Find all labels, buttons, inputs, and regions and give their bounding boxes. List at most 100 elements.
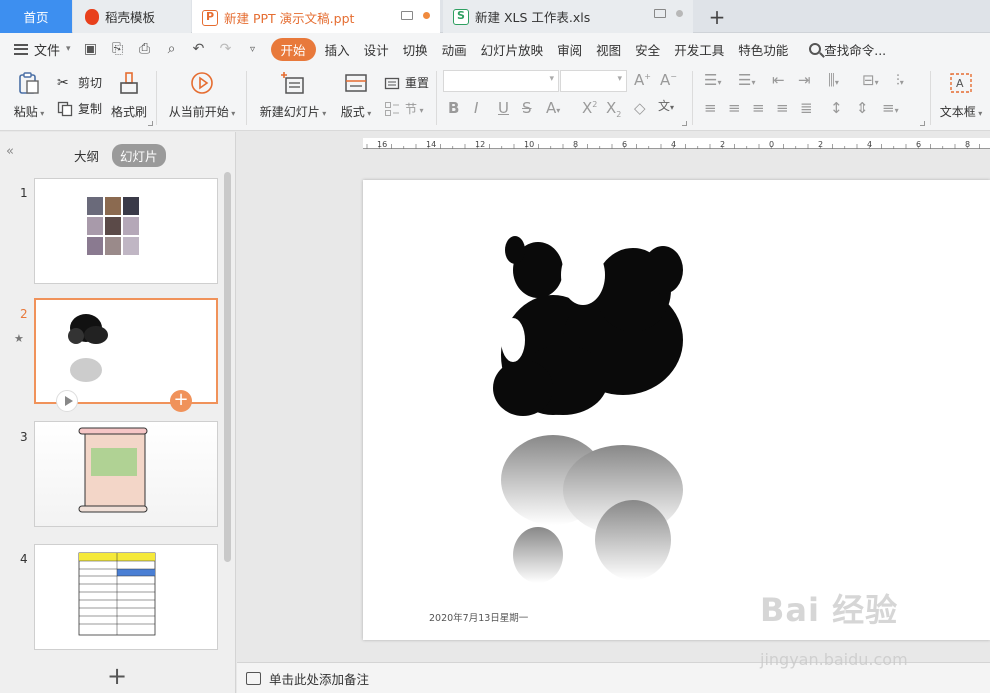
slide-thumbnail-3[interactable] (34, 421, 218, 527)
notes-placeholder[interactable]: 单击此处添加备注 (269, 669, 369, 688)
slides-panel-header: « 大纲 幻灯片 (0, 132, 236, 172)
decrease-font-icon[interactable]: A− (660, 71, 677, 89)
paragraph-spacing-icon[interactable]: ⇕ (856, 99, 869, 117)
font-expand-icon[interactable] (682, 121, 687, 126)
text-direction-icon[interactable]: ⫼▾ (828, 71, 839, 89)
ribbon-tab-review[interactable]: 审阅 (550, 40, 589, 59)
italic-icon[interactable]: I (474, 99, 478, 117)
section-label: 节 (405, 102, 418, 116)
ribbon-tab-security[interactable]: 安全 (628, 40, 667, 59)
export-icon[interactable]: ⎘ (110, 41, 126, 57)
tab-xls-document[interactable]: 新建 XLS 工作表.xls (443, 0, 693, 33)
ribbon-tab-design[interactable]: 设计 (357, 40, 396, 59)
ribbon-tab-features[interactable]: 特色功能 (731, 40, 795, 59)
animation-star-icon: ★ (14, 332, 24, 345)
horizontal-ruler[interactable]: 16 14 12 10 8 6 4 2 0 2 4 6 8 (363, 138, 990, 149)
tab-slides[interactable]: 幻灯片 (112, 144, 166, 167)
columns-icon[interactable]: ⫶▾ (896, 71, 904, 89)
tab-home[interactable]: 首页 (0, 0, 72, 33)
bold-icon[interactable]: B (448, 99, 459, 117)
font-name-select[interactable] (443, 70, 559, 92)
ink-splash-image[interactable] (363, 180, 990, 640)
subscript-icon[interactable]: X2 (606, 99, 621, 119)
distribute-icon[interactable]: ≣ (800, 99, 813, 117)
ribbon-tab-insert[interactable]: 插入 (318, 40, 357, 59)
tab-ppt-document[interactable]: 新建 PPT 演示文稿.ppt (192, 0, 440, 33)
slides-scrollbar[interactable] (224, 172, 231, 562)
slide-3-preview (78, 427, 148, 513)
section-icon (385, 101, 399, 116)
paragraph-options-icon[interactable]: ≡▾ (882, 99, 899, 117)
monitor-icon[interactable] (654, 9, 666, 18)
increase-font-icon[interactable]: A+ (634, 71, 651, 89)
reset-button[interactable]: 重置 (384, 74, 429, 91)
phonetic-guide-icon[interactable]: 文▾ (658, 97, 674, 114)
copy-button[interactable]: 复制 (57, 100, 102, 117)
font-color-icon[interactable]: A▾ (546, 99, 560, 117)
paste-button[interactable]: 粘贴 ▾ (10, 71, 48, 120)
align-center-icon[interactable]: ≡ (728, 99, 741, 117)
slide-thumbnail-2[interactable]: + (34, 298, 218, 412)
cut-button[interactable]: ✂ 剪切 (57, 74, 102, 91)
slide-thumbnail-1[interactable] (34, 178, 218, 284)
unsaved-dot-icon[interactable] (423, 12, 430, 19)
add-slide-button[interactable]: + (107, 662, 127, 690)
ribbon-tab-developer[interactable]: 开发工具 (667, 40, 731, 59)
customize-icon[interactable]: ▿ (245, 44, 261, 55)
monitor-icon[interactable] (401, 11, 413, 20)
bullets-icon[interactable]: ☰▾ (704, 71, 721, 89)
new-slide-button[interactable]: 新建幻灯片 ▾ (256, 71, 330, 120)
ribbon-tab-home[interactable]: 开始 (270, 37, 316, 61)
ruler-label: 6 (622, 140, 627, 149)
textbox-button[interactable]: A 文本框 ▾ (938, 71, 984, 120)
undo-icon[interactable]: ↶ (191, 41, 207, 57)
insert-slide-button[interactable]: + (170, 390, 192, 412)
section-button[interactable]: 节 ▾ (384, 100, 424, 117)
underline-icon[interactable]: U (498, 99, 509, 117)
redo-icon[interactable]: ↷ (218, 41, 234, 57)
layout-button[interactable]: 版式 ▾ (336, 71, 376, 120)
tab-templates[interactable]: 稻壳模板 (73, 0, 191, 33)
slide-date[interactable]: 2020年7月13日星期一 (429, 610, 528, 624)
ribbon-tab-view[interactable]: 视图 (589, 40, 628, 59)
font-size-select[interactable] (560, 70, 627, 92)
clear-format-icon[interactable]: ◇ (634, 99, 646, 117)
play-slide-button[interactable] (56, 390, 78, 412)
collapse-panel-icon[interactable]: « (6, 144, 14, 159)
ribbon-tab-slideshow[interactable]: 幻灯片放映 (474, 40, 551, 59)
line-spacing-icon[interactable]: ↕ (830, 99, 843, 117)
ribbon-separator (692, 71, 693, 125)
justify-icon[interactable]: ≡ (776, 99, 789, 117)
align-left-icon[interactable]: ≡ (704, 99, 717, 117)
slide-number: 4 (20, 552, 28, 566)
print-icon[interactable]: ⎙ (137, 41, 153, 57)
command-search[interactable]: 查找命令... (809, 40, 886, 59)
clipboard-expand-icon[interactable] (148, 121, 153, 126)
format-painter-button[interactable]: 格式刷 (110, 71, 148, 120)
ribbon-tab-transitions[interactable]: 切换 (396, 40, 435, 59)
close-dot-icon[interactable] (676, 10, 683, 17)
slide-2-preview (68, 314, 108, 382)
slide-thumbnail-4[interactable] (34, 544, 218, 650)
start-from-current-button[interactable]: 从当前开始 ▾ (166, 71, 238, 120)
quick-access-toolbar: ▣ ⎘ ⎙ ⌕ ↶ ↷ ▿ (83, 41, 261, 57)
file-menu-button[interactable]: 文件 ▾ (14, 40, 71, 59)
ribbon-tab-animations[interactable]: 动画 (435, 40, 474, 59)
print-preview-icon[interactable]: ⌕ (164, 41, 180, 57)
new-tab-button[interactable]: + (705, 0, 729, 33)
tab-outline[interactable]: 大纲 (74, 146, 99, 165)
numbering-icon[interactable]: ☰▾ (738, 71, 755, 89)
superscript-icon[interactable]: X2 (582, 99, 597, 117)
paragraph-expand-icon[interactable] (920, 121, 925, 126)
watermark-url: jingyan.baidu.com (760, 650, 908, 669)
align-text-icon[interactable]: ⊟▾ (862, 71, 879, 89)
slides-panel: « 大纲 幻灯片 1 2 ★ + 3 4 + (0, 132, 236, 693)
save-icon[interactable]: ▣ (83, 41, 99, 57)
align-right-icon[interactable]: ≡ (752, 99, 765, 117)
ruler-label: 2 (818, 140, 823, 149)
increase-indent-icon[interactable]: ⇥ (798, 71, 811, 89)
current-slide[interactable]: 2020年7月13日星期一 (363, 180, 990, 640)
strikethrough-icon[interactable]: S (522, 99, 532, 117)
copy-label: 复制 (78, 102, 103, 116)
decrease-indent-icon[interactable]: ⇤ (772, 71, 785, 89)
